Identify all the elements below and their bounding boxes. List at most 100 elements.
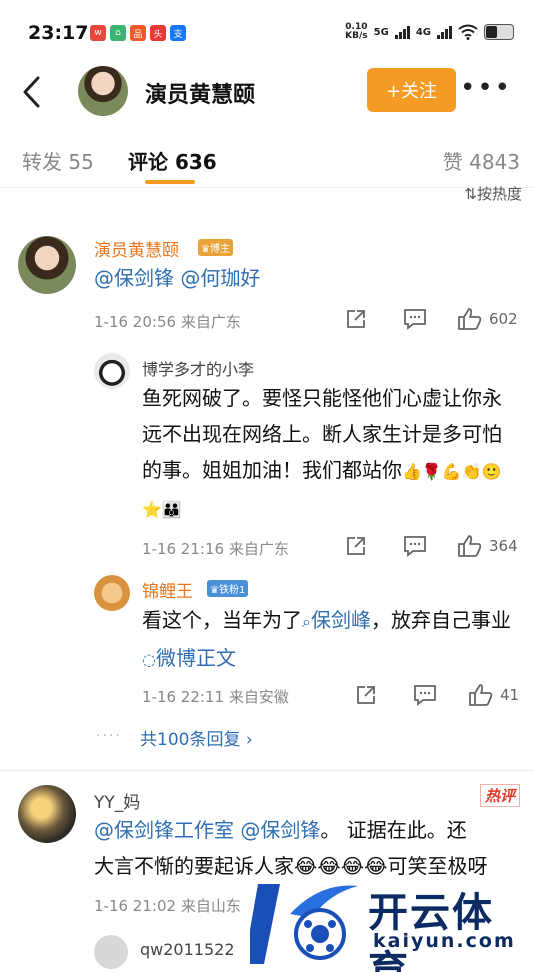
commenter-avatar[interactable] <box>18 236 76 294</box>
fan-badge-label: 铁粉1 <box>218 585 246 596</box>
kaiyun-logo-icon <box>250 884 358 964</box>
reply-name[interactable]: 博学多才的小李 <box>142 356 254 380</box>
crown-icon: ♛ <box>201 244 210 255</box>
more-options-icon[interactable]: ••• <box>460 75 512 101</box>
thumbs-up-icon <box>469 684 493 706</box>
network-speed: 0.10 KB/s <box>345 23 367 41</box>
comment-text: @保剑锋 @何珈好 <box>94 260 260 296</box>
watermark: 开云体育 kaiyun.com <box>250 874 534 972</box>
more-replies-label: 共100条回复 <box>140 730 241 750</box>
comment-icon <box>414 685 436 706</box>
comment-text-part: 。 证据在此。还 <box>320 818 467 842</box>
commenter-name[interactable]: qw2011522 <box>140 940 235 959</box>
tab-reposts[interactable]: 转发 55 <box>22 146 94 175</box>
signal-icon <box>394 25 410 39</box>
alipay-app-icon: 支 <box>170 25 186 41</box>
like-button[interactable]: 602 <box>457 307 518 331</box>
comment-icon <box>404 309 426 330</box>
search-icon: ⌕ <box>302 612 311 631</box>
comment-location: 来自广东 <box>180 313 241 331</box>
fan-badge: ♛铁粉1 <box>207 580 249 597</box>
hot-comment-tag: 热评 <box>479 784 520 807</box>
commenter-avatar[interactable] <box>94 935 128 969</box>
tab-bar: 转发 55 评论 636 赞 4843 <box>0 140 534 188</box>
mention-link[interactable]: @保剑锋 <box>240 818 320 842</box>
reply-text-part: ，放弃自己事业 <box>370 608 511 632</box>
reply-time: 1-16 22:11 <box>142 688 225 706</box>
share-icon <box>357 686 375 704</box>
wifi-icon <box>458 24 478 40</box>
chevron-right-icon: › <box>245 730 253 750</box>
like-button[interactable]: 41 <box>468 683 519 707</box>
commenter-name[interactable]: YY_妈 <box>94 788 140 813</box>
panda-avatar[interactable] <box>94 353 130 389</box>
reply-meta: 1-16 22:11 来自安徽 <box>142 686 289 707</box>
mention-link[interactable]: @保剑锋工作室 <box>94 818 234 842</box>
sort-label: 按热度 <box>476 185 522 203</box>
sort-by-hot[interactable]: ⇅按热度 <box>464 183 522 204</box>
author-badge: ♛博主 <box>198 239 233 256</box>
follow-button[interactable]: +关注 <box>367 68 456 112</box>
status-app-icons: w ⌂ 品 头 支 <box>90 25 186 41</box>
tab-likes[interactable]: 赞 4843 <box>443 146 520 175</box>
reply-button[interactable] <box>413 684 437 706</box>
mention-link[interactable]: @何珈好 <box>180 266 260 290</box>
share-icon <box>347 310 365 328</box>
network-4g-label: 4G <box>415 26 431 38</box>
search-link-label: 保剑峰 <box>310 608 371 632</box>
comment-divider <box>0 770 534 771</box>
comment-meta: 1-16 21:02 来自山东 <box>94 895 241 916</box>
header-bar: 演员黄慧颐 +关注 ••• <box>0 66 534 122</box>
news-app-icon: 头 <box>150 25 166 41</box>
share-button[interactable] <box>345 308 367 330</box>
commenter-name[interactable]: 演员黄慧颐 <box>94 236 179 261</box>
thumbs-up-icon <box>458 535 482 557</box>
commenter-avatar[interactable] <box>18 785 76 843</box>
reply-meta: 1-16 21:16 来自广东 <box>142 538 289 559</box>
thumbs-up-icon <box>458 308 482 330</box>
author-avatar[interactable] <box>78 66 128 116</box>
comment-time: 1-16 21:02 <box>94 897 177 915</box>
search-link[interactable]: ⌕保剑峰 <box>302 608 371 632</box>
back-arrow-icon[interactable] <box>18 74 48 110</box>
view-more-replies-link[interactable]: 共100条回复 › <box>140 725 253 750</box>
home-app-icon: ⌂ <box>110 25 126 41</box>
page-title[interactable]: 演员黄慧颐 <box>145 77 255 109</box>
reply-location: 来自广东 <box>228 540 289 558</box>
topic-link-label: 微博正文 <box>155 646 236 670</box>
tiger-avatar[interactable] <box>94 575 130 611</box>
tab-comments[interactable]: 评论 636 <box>128 146 217 175</box>
reply-text-part: 看这个，当年为了 <box>142 608 302 632</box>
reply-button[interactable] <box>403 535 427 557</box>
comment-icon <box>404 536 426 557</box>
comment-time: 1-16 20:56 <box>94 313 177 331</box>
like-count: 364 <box>489 537 518 555</box>
status-time: 23:17 <box>28 22 89 44</box>
like-button[interactable]: 364 <box>457 534 518 558</box>
crown-icon: ♛ <box>210 585 219 596</box>
mention-link[interactable]: @保剑锋 <box>94 266 174 290</box>
reply-button[interactable] <box>403 308 427 330</box>
signal-icon <box>437 25 452 39</box>
battery-icon <box>484 24 514 40</box>
reply-time: 1-16 21:16 <box>142 540 225 558</box>
link-icon: ◌ <box>142 650 156 669</box>
reply-name[interactable]: 锦鲤王 <box>142 577 193 602</box>
comment-meta: 1-16 20:56 来自广东 <box>94 311 241 332</box>
watermark-url: kaiyun.com <box>373 930 516 952</box>
watermark-text: 开云体育 <box>368 890 494 972</box>
reply-location: 来自安徽 <box>228 688 289 706</box>
reply-thread-leader: ···· <box>96 728 122 744</box>
like-count: 602 <box>489 310 518 328</box>
share-button[interactable] <box>355 684 377 706</box>
reply-text: 看这个，当年为了⌕保剑峰，放弃自己事业 ◌微博正文 <box>142 602 512 678</box>
comment-location: 来自山东 <box>180 897 241 915</box>
active-tab-indicator <box>145 180 195 184</box>
status-indicators: 0.10 KB/s 5G 4G <box>345 23 514 41</box>
status-bar: 23:17 w ⌂ 品 头 支 0.10 KB/s 5G 4G <box>0 0 534 66</box>
reply-text: 鱼死网破了。要怪只能怪他们心虚让你永远不出现在网络上。断人家生计是多可怕的事。姐… <box>142 380 510 528</box>
shopping-app-icon: 品 <box>130 25 146 41</box>
share-button[interactable] <box>345 535 367 557</box>
topic-link[interactable]: ◌微博正文 <box>142 646 236 670</box>
author-badge-label: 博主 <box>209 244 230 255</box>
